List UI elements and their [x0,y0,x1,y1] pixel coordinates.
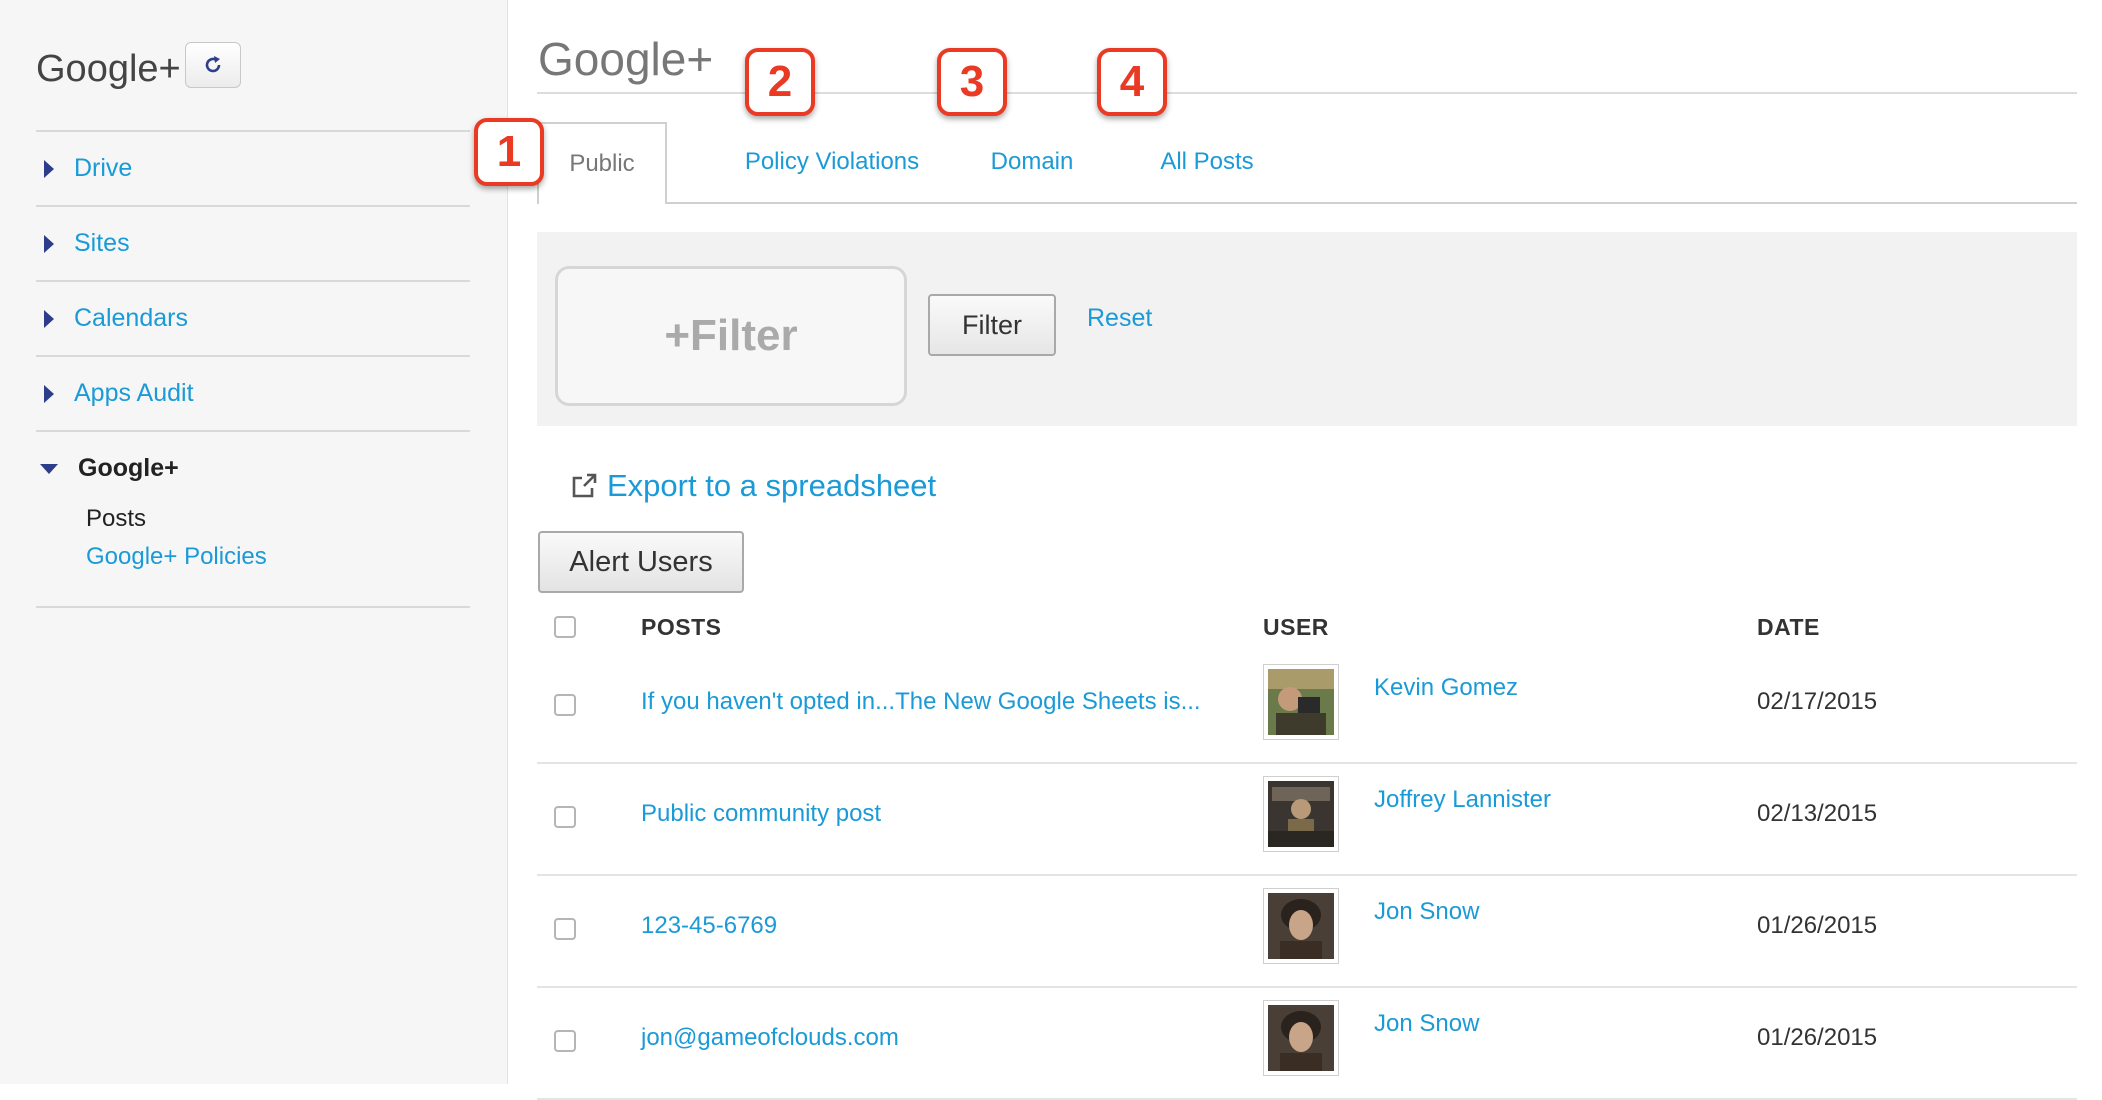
table-row: 123-45-6769 Jon Snow 01/26/2015 [537,876,2077,988]
sidebar-item-label: Drive [74,154,133,182]
post-link[interactable]: jon@gameofclouds.com [641,1024,899,1052]
post-link[interactable]: If you haven't opted in...The New Google… [641,688,1201,716]
post-link[interactable]: 123-45-6769 [641,912,777,940]
caret-right-icon [44,159,54,178]
caret-right-icon [44,234,54,253]
sidebar-title: Google+ [36,48,181,90]
callout-badge: 2 [745,48,815,116]
post-date: 01/26/2015 [1757,912,1878,939]
post-date: 02/17/2015 [1757,688,1878,715]
export-link[interactable]: Export to a spreadsheet [569,468,936,504]
user-link[interactable]: Jon Snow [1374,1010,1479,1038]
tab-bar: Public Policy Violations Domain All Post… [537,122,2077,204]
column-header-posts[interactable]: POSTS [641,614,721,641]
sidebar-item-drive[interactable]: Drive [36,130,470,205]
column-header-date[interactable]: DATE [1757,614,1820,641]
sidebar-subitem-policies[interactable]: Google+ Policies [86,543,470,571]
table-row: If you haven't opted in...The New Google… [537,652,2077,764]
avatar [1263,1000,1339,1076]
posts-table: POSTS USER DATE If you haven't opted in.… [537,604,2077,1100]
avatar [1263,888,1339,964]
sidebar-item-sites[interactable]: Sites [36,205,470,280]
table-row: Public community post Joffrey Lannister … [537,764,2077,876]
callout-badge: 1 [474,118,544,186]
sidebar-item-googleplus[interactable]: Google+ [36,454,470,483]
column-header-user[interactable]: USER [1263,614,1329,641]
table-row: jon@gameofclouds.com Jon Snow 01/26/2015 [537,988,2077,1100]
callout-badge: 3 [937,48,1007,116]
user-link[interactable]: Jon Snow [1374,898,1479,926]
page-title: Google+ [538,33,714,85]
post-link[interactable]: Public community post [641,800,881,828]
avatar [1263,776,1339,852]
avatar-image [1268,1005,1334,1071]
refresh-icon [205,56,221,73]
tab-public[interactable]: Public [537,122,667,204]
user-link[interactable]: Kevin Gomez [1374,674,1518,702]
sidebar-item-calendars[interactable]: Calendars [36,280,470,355]
external-link-icon [572,473,597,498]
callout-badge: 4 [1097,48,1167,116]
sidebar-subitem-posts[interactable]: Posts [86,505,470,533]
user-link[interactable]: Joffrey Lannister [1374,786,1551,814]
sidebar-item-label: Google+ [78,454,179,482]
avatar-image [1268,669,1334,735]
filter-input[interactable]: +Filter [555,266,907,406]
row-checkbox[interactable] [554,918,576,940]
tab-all-posts[interactable]: All Posts [1092,122,1322,202]
avatar-image [1268,893,1334,959]
tab-policy-violations[interactable]: Policy Violations [702,122,962,202]
post-date: 01/26/2015 [1757,1024,1878,1051]
select-all-checkbox[interactable] [554,616,576,638]
sidebar-section-googleplus: Google+ Posts Google+ Policies [36,430,470,608]
sidebar-item-apps-audit[interactable]: Apps Audit [36,355,470,430]
caret-right-icon [44,309,54,328]
sidebar: Google+ Drive Sites Calendars Apps Audit… [0,0,508,1084]
sidebar-item-label: Sites [74,229,130,257]
filter-panel: +Filter Filter Reset [537,232,2077,426]
filter-button[interactable]: Filter [928,294,1056,356]
row-checkbox[interactable] [554,1030,576,1052]
table-header: POSTS USER DATE [537,604,2077,652]
refresh-button[interactable] [185,42,241,88]
avatar [1263,664,1339,740]
alert-users-button[interactable]: Alert Users [538,531,744,593]
caret-down-icon [40,463,58,474]
export-label: Export to a spreadsheet [607,468,937,503]
post-date: 02/13/2015 [1757,800,1878,827]
caret-right-icon [44,384,54,403]
sidebar-item-label: Apps Audit [74,379,194,407]
reset-link[interactable]: Reset [1087,304,1152,333]
sidebar-item-label: Calendars [74,304,188,332]
sidebar-nav: Drive Sites Calendars Apps Audit Google+… [36,130,470,608]
avatar-image [1268,781,1334,847]
row-checkbox[interactable] [554,694,576,716]
row-checkbox[interactable] [554,806,576,828]
